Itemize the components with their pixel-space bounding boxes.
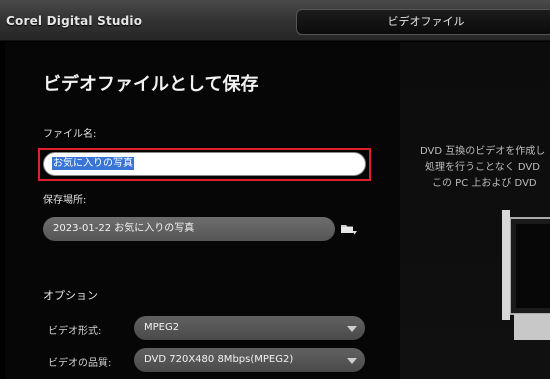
video-quality-value: DVD 720X480 8Mbps(MPEG2) xyxy=(144,354,294,365)
filename-label: ファイル名: xyxy=(43,129,97,140)
options-section-label: オプション xyxy=(43,289,98,302)
chevron-down-icon xyxy=(347,358,357,364)
app-window: Corel Digital Studio ビデオファイル ビデオファイルとして保… xyxy=(0,0,550,379)
chevron-down-icon xyxy=(347,326,357,332)
video-format-label: ビデオ形式: xyxy=(48,326,102,337)
app-title: Corel Digital Studio xyxy=(6,14,143,28)
tab-video-file[interactable]: ビデオファイル xyxy=(296,9,550,35)
page-title: ビデオファイルとして保存 xyxy=(43,74,259,95)
folder-browse-icon[interactable] xyxy=(340,222,358,236)
description-line-3: この PC 上および DVD xyxy=(432,178,537,189)
location-field[interactable]: 2023-01-22 お気に入りの写真 xyxy=(43,217,335,241)
video-quality-dropdown[interactable]: DVD 720X480 8Mbps(MPEG2) xyxy=(134,348,365,372)
description-line-2: 処理を行うことなく DVD xyxy=(425,162,540,173)
description-line-1: DVD 互換のビデオを作成し xyxy=(420,146,546,157)
filename-input[interactable]: お気に入りの写真 xyxy=(43,152,366,176)
tv-monitor-illustration xyxy=(502,210,550,340)
filename-input-value: お気に入りの写真 xyxy=(52,157,134,170)
title-bar: Corel Digital Studio ビデオファイル xyxy=(0,0,550,41)
location-label: 保存場所: xyxy=(43,195,87,206)
video-quality-label: ビデオの品質: xyxy=(48,358,112,369)
video-format-dropdown[interactable]: MPEG2 xyxy=(134,316,365,340)
video-format-value: MPEG2 xyxy=(144,322,180,333)
